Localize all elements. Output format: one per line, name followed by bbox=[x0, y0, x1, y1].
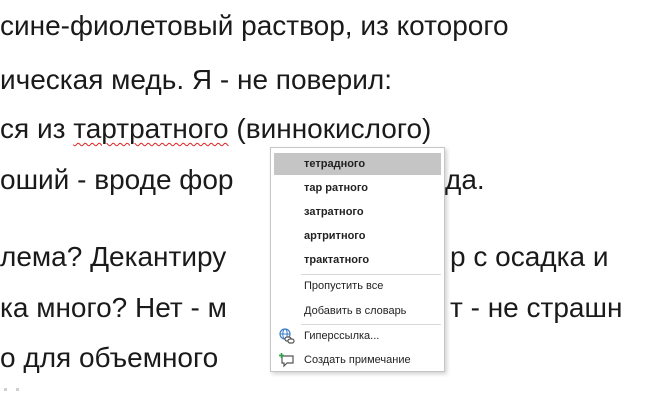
doc-line-6-end: т - не страшн bbox=[450, 292, 623, 323]
doc-text: (виннокислого) bbox=[228, 113, 432, 144]
doc-line-4: оший - вроде фор bbox=[0, 163, 233, 197]
edge-mark bbox=[4, 388, 7, 391]
doc-line-3: ся из тартратного (виннокислого) bbox=[0, 112, 431, 146]
doc-text: ся из bbox=[0, 113, 74, 144]
new-comment-icon bbox=[279, 352, 295, 368]
doc-line-6: ка много? Нет - м bbox=[0, 292, 227, 323]
doc-line-4-end: да. bbox=[445, 164, 485, 195]
new-comment-item[interactable]: Создать примечание bbox=[274, 349, 441, 371]
suggestion-item[interactable]: затратного bbox=[274, 201, 441, 223]
doc-text: оший - вроде фор bbox=[0, 164, 234, 195]
ignore-all-item[interactable]: Пропустить все bbox=[274, 275, 441, 297]
misspelled-word[interactable]: тартратного bbox=[73, 113, 228, 144]
hyperlink-label: Гиперссылка... bbox=[304, 330, 380, 342]
link-globe-icon bbox=[279, 328, 295, 344]
doc-line-1: сине-фиолетовый раствор, из которого bbox=[0, 10, 509, 41]
hyperlink-item[interactable]: Гиперссылка... bbox=[274, 325, 441, 347]
new-comment-label: Создать примечание bbox=[304, 354, 411, 366]
doc-line-5-end: р с осадка и bbox=[450, 241, 609, 272]
spellcheck-context-menu: тетрадного тар ратного затратного артрит… bbox=[270, 147, 445, 372]
doc-line-2: ическая медь. Я - не поверил: bbox=[0, 64, 392, 95]
suggestion-item[interactable]: артритного bbox=[274, 225, 441, 247]
suggestion-item[interactable]: тар ратного bbox=[274, 177, 441, 199]
doc-line-5: лема? Декантиру bbox=[0, 241, 227, 272]
edge-mark bbox=[16, 388, 19, 391]
suggestion-item[interactable]: трактатного bbox=[274, 249, 441, 271]
suggestion-item[interactable]: тетрадного bbox=[274, 153, 441, 175]
doc-line-7: о для объемного bbox=[0, 342, 219, 373]
add-to-dictionary-item[interactable]: Добавить в словарь bbox=[274, 300, 441, 322]
